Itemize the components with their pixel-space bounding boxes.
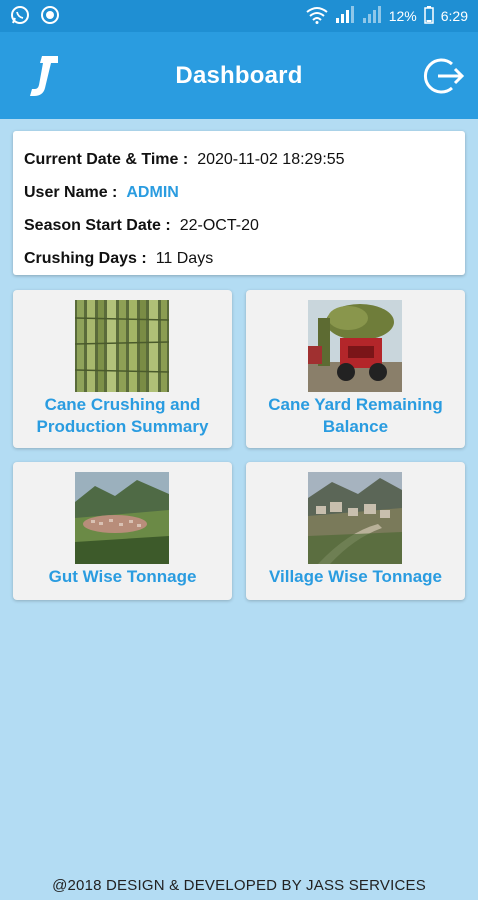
tile-village-wise-label: Village Wise Tonnage [268, 567, 443, 586]
tile-village-wise[interactable]: Village Wise Tonnage [246, 462, 465, 600]
wifi-icon [306, 6, 328, 27]
mountain-village-photo [308, 472, 402, 564]
info-card: Current Date & Time : 2020-11-02 18:29:5… [13, 131, 465, 275]
username-value: ADMIN [126, 183, 179, 201]
crushing-value: 11 Days [155, 249, 214, 267]
whatsapp-icon [10, 5, 30, 28]
tile-gut-wise[interactable]: Gut Wise Tonnage [13, 462, 232, 600]
season-row: Season Start Date : 22-OCT-20 [24, 209, 454, 242]
crushing-label: Crushing Days : [24, 249, 147, 267]
j-logo [24, 52, 64, 100]
page-title: Dashboard [175, 61, 303, 89]
tile-cane-yard[interactable]: Cane Yard Remaining Balance [246, 290, 465, 448]
datetime-label: Current Date & Time : [24, 150, 189, 168]
app-bar: Dashboard [0, 32, 478, 119]
signal-icon [362, 5, 382, 27]
username-label: User Name : [24, 183, 118, 201]
season-label: Season Start Date : [24, 216, 171, 234]
crushing-row: Crushing Days : 11 Days [24, 242, 454, 275]
status-bar: 12% 6:29 [0, 0, 478, 32]
status-time: 6:29 [440, 8, 468, 24]
username-row: User Name : ADMIN [24, 176, 454, 209]
footer-credit: @2018 DESIGN & DEVELOPED BY JASS SERVICE… [52, 877, 426, 894]
season-value: 22-OCT-20 [179, 216, 259, 234]
datetime-value: 2020-11-02 18:29:55 [197, 150, 345, 168]
sugarcane-photo [75, 300, 169, 392]
battery-icon [424, 5, 434, 27]
village-valley-photo [75, 472, 169, 564]
notification-circle-icon [40, 5, 60, 28]
tile-cane-crushing[interactable]: Cane Crushing and Production Summary [13, 290, 232, 448]
signal-icon [335, 5, 355, 27]
datetime-row: Current Date & Time : 2020-11-02 18:29:5… [24, 143, 454, 176]
tile-gut-wise-label: Gut Wise Tonnage [48, 567, 197, 586]
tile-cane-crushing-label: Cane Crushing and Production Summary [36, 395, 209, 436]
battery-percent: 12% [388, 8, 417, 24]
logout-icon[interactable] [422, 54, 466, 98]
tractor-cane-photo [308, 300, 402, 392]
tile-cane-yard-label: Cane Yard Remaining Balance [268, 395, 443, 436]
